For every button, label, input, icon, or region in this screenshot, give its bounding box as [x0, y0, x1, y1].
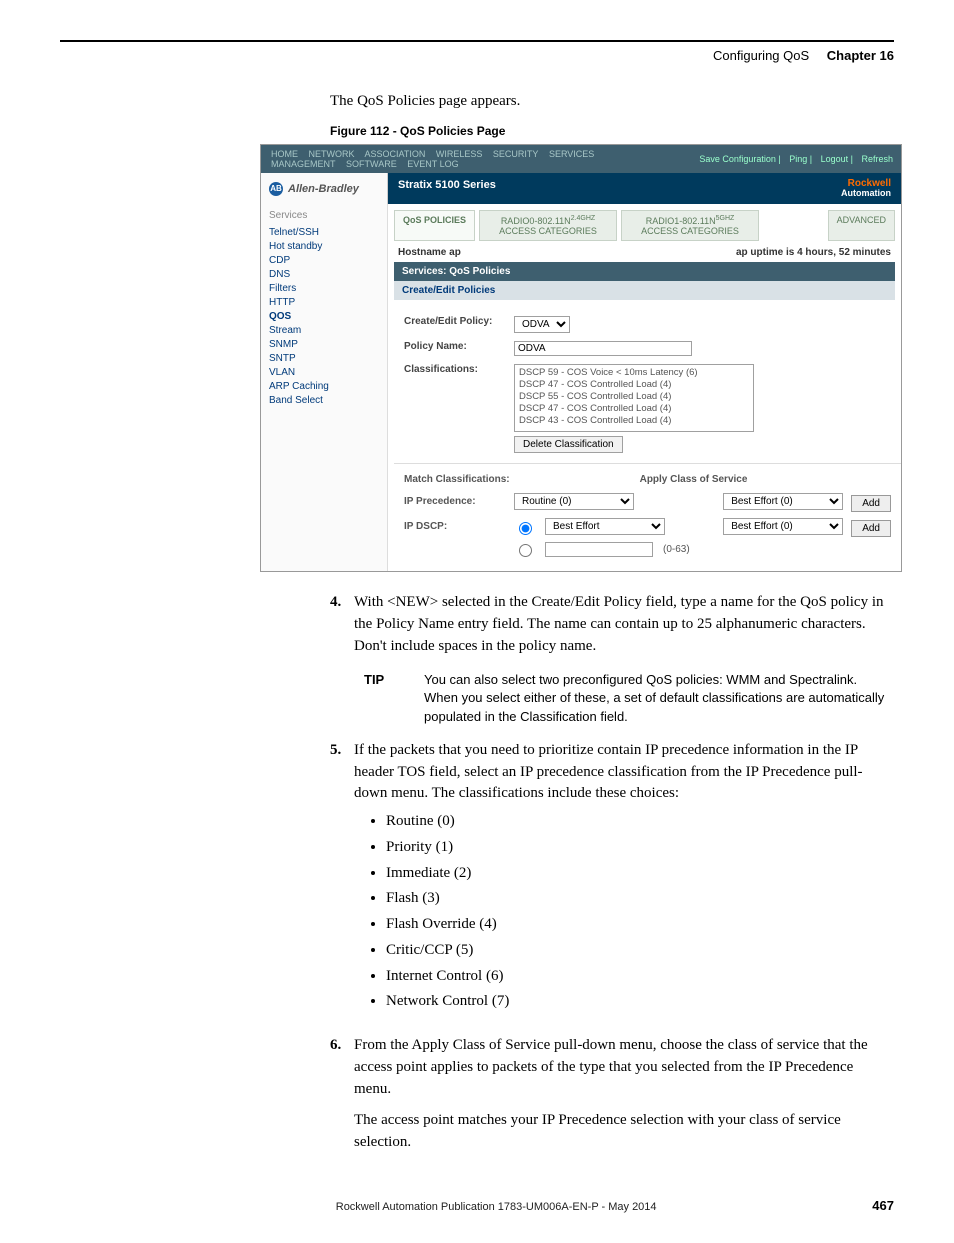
- sidebar-item-sntp[interactable]: SNTP: [269, 353, 379, 364]
- action-logout[interactable]: Logout: [821, 154, 849, 164]
- tab-advanced[interactable]: ADVANCED: [828, 210, 895, 241]
- list-item: Internet Control (6): [386, 966, 894, 988]
- sidebar-item-cdp[interactable]: CDP: [269, 255, 379, 266]
- top-nav: HOME NETWORK ASSOCIATION WIRELESS SECURI…: [261, 145, 685, 173]
- nav-eventlog[interactable]: EVENT LOG: [407, 159, 458, 169]
- list-item: Network Control (7): [386, 991, 894, 1013]
- intro-text: The QoS Policies page appears.: [330, 93, 894, 110]
- sidebar-title: Services: [269, 210, 379, 221]
- sidebar-item-stream[interactable]: Stream: [269, 325, 379, 336]
- step5-number: 5.: [330, 740, 354, 1021]
- dscp-range-hint: (0-63): [663, 544, 690, 555]
- nav-association[interactable]: ASSOCIATION: [365, 149, 426, 159]
- list-item: Critic/CCP (5): [386, 940, 894, 962]
- acos-precedence-select[interactable]: Best Effort (0): [723, 493, 843, 510]
- precedence-list: Routine (0) Priority (1) Immediate (2) F…: [368, 811, 894, 1013]
- tip-block: TIP You can also select two preconfigure…: [364, 671, 894, 726]
- ip-dscp-radio-besteffort[interactable]: [519, 522, 532, 535]
- ip-dscp-radio-custom[interactable]: [519, 544, 532, 557]
- classifications-label: Classifications:: [404, 364, 514, 375]
- list-item[interactable]: DSCP 59 - COS Voice < 10ms Latency (6): [519, 367, 749, 379]
- add-dscp-button[interactable]: Add: [851, 520, 891, 537]
- list-item: Flash Override (4): [386, 914, 894, 936]
- list-item[interactable]: DSCP 43 - COS Controlled Load (4): [519, 415, 749, 427]
- top-actions: Save Configuration | Ping | Logout | Ref…: [685, 150, 901, 168]
- action-ping[interactable]: Ping: [789, 154, 807, 164]
- header-section: Configuring QoS: [713, 48, 809, 63]
- step4-text: With <NEW> selected in the Create/Edit P…: [354, 592, 894, 657]
- apply-class-label: Apply Class of Service: [640, 474, 748, 485]
- qos-policies-screenshot: HOME NETWORK ASSOCIATION WIRELESS SECURI…: [260, 144, 902, 572]
- footer-publication: Rockwell Automation Publication 1783-UM0…: [120, 1201, 872, 1213]
- list-item: Flash (3): [386, 888, 894, 910]
- action-save[interactable]: Save Configuration: [699, 154, 776, 164]
- step6-number: 6.: [330, 1035, 354, 1164]
- step6-p2: The access point matches your IP Precede…: [354, 1110, 894, 1154]
- ip-precedence-label: IP Precedence:: [404, 496, 504, 507]
- step4-number: 4.: [330, 592, 354, 657]
- header-chapter: Chapter 16: [827, 48, 894, 63]
- list-item: Priority (1): [386, 837, 894, 859]
- tab-qos-policies[interactable]: QoS POLICIES: [394, 210, 475, 241]
- classifications-listbox[interactable]: DSCP 59 - COS Voice < 10ms Latency (6) D…: [514, 364, 754, 432]
- nav-services[interactable]: SERVICES: [549, 149, 594, 159]
- delete-classification-button[interactable]: Delete Classification: [514, 436, 623, 453]
- create-edit-select[interactable]: ODVA: [514, 316, 570, 333]
- action-refresh[interactable]: Refresh: [861, 154, 893, 164]
- policy-name-input[interactable]: [514, 341, 692, 356]
- create-edit-label: Create/Edit Policy:: [404, 316, 514, 327]
- brand-title: Stratix 5100 Series: [398, 179, 496, 198]
- brand-rockwell: Rockwell Automation: [841, 179, 891, 198]
- tab-radio0[interactable]: RADIO0-802.11N2.4GHZ ACCESS CATEGORIES: [479, 210, 617, 241]
- sidebar-item-snmp[interactable]: SNMP: [269, 339, 379, 350]
- nav-software[interactable]: SOFTWARE: [346, 159, 397, 169]
- nav-home[interactable]: HOME: [271, 149, 298, 159]
- ip-precedence-select[interactable]: Routine (0): [514, 493, 634, 510]
- step6-p1: From the Apply Class of Service pull-dow…: [354, 1035, 894, 1100]
- list-item: Immediate (2): [386, 863, 894, 885]
- section-bar: Services: QoS Policies: [394, 262, 895, 281]
- sidebar-item-arpcaching[interactable]: ARP Caching: [269, 381, 379, 392]
- tip-text: You can also select two preconfigured Qo…: [424, 671, 894, 726]
- list-item[interactable]: DSCP 47 - COS Controlled Load (4): [519, 403, 749, 415]
- sidebar-item-telnet[interactable]: Telnet/SSH: [269, 227, 379, 238]
- uptime-value: ap uptime is 4 hours, 52 minutes: [736, 247, 891, 258]
- acos-dscp-select[interactable]: Best Effort (0): [723, 518, 843, 535]
- sidebar-item-http[interactable]: HTTP: [269, 297, 379, 308]
- policy-name-label: Policy Name:: [404, 341, 514, 352]
- list-item[interactable]: DSCP 55 - COS Controlled Load (4): [519, 391, 749, 403]
- services-sidebar: Services Telnet/SSH Hot standby CDP DNS …: [261, 204, 388, 571]
- nav-security[interactable]: SECURITY: [493, 149, 539, 159]
- ip-dscp-select[interactable]: Best Effort: [545, 518, 665, 535]
- figure-caption: Figure 112 - QoS Policies Page: [330, 124, 894, 138]
- nav-wireless[interactable]: WIRELESS: [436, 149, 483, 159]
- match-classifications-label: Match Classifications:: [404, 474, 510, 485]
- sidebar-item-filters[interactable]: Filters: [269, 283, 379, 294]
- ip-dscp-label: IP DSCP:: [404, 521, 504, 532]
- sidebar-item-vlan[interactable]: VLAN: [269, 367, 379, 378]
- sidebar-item-bandselect[interactable]: Band Select: [269, 395, 379, 406]
- hostname-label: Hostname: [398, 247, 446, 258]
- sidebar-item-dns[interactable]: DNS: [269, 269, 379, 280]
- hostname-value: ap: [449, 247, 461, 258]
- nav-management[interactable]: MANAGEMENT: [271, 159, 336, 169]
- tip-label: TIP: [364, 671, 424, 726]
- ab-logo-icon: AB: [269, 182, 283, 196]
- sidebar-item-hotstandby[interactable]: Hot standby: [269, 241, 379, 252]
- sidebar-item-qos[interactable]: QOS: [269, 311, 379, 322]
- tab-radio1[interactable]: RADIO1-802.11N5GHZ ACCESS CATEGORIES: [621, 210, 759, 241]
- list-item: Routine (0): [386, 811, 894, 833]
- add-precedence-button[interactable]: Add: [851, 495, 891, 512]
- ip-dscp-custom-input[interactable]: [545, 542, 653, 557]
- list-item[interactable]: DSCP 47 - COS Controlled Load (4): [519, 379, 749, 391]
- footer-page-number: 467: [872, 1198, 894, 1213]
- sub-bar: Create/Edit Policies: [394, 281, 895, 300]
- step5-lead: If the packets that you need to prioriti…: [354, 742, 863, 802]
- brand-allen-bradley: AB Allen-Bradley: [261, 173, 388, 204]
- nav-network[interactable]: NETWORK: [309, 149, 355, 159]
